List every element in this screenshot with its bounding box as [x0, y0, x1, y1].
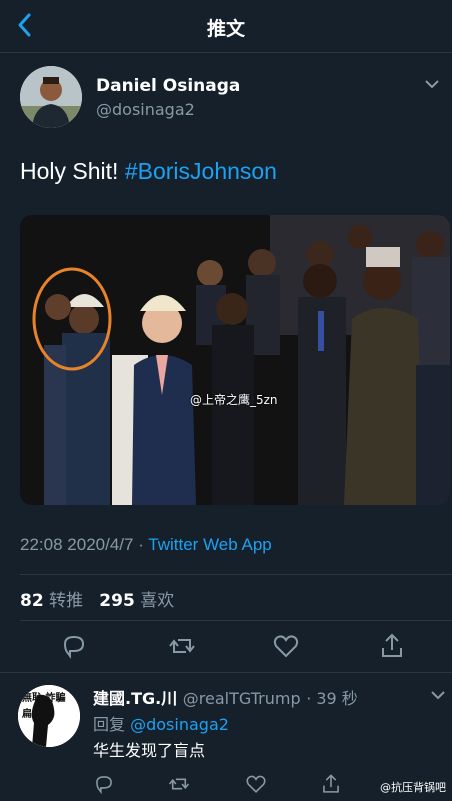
author-name[interactable]: Daniel Osinaga — [96, 76, 240, 96]
reply-icon[interactable] — [60, 632, 88, 660]
tweet-date: 2020/4/7 — [67, 535, 134, 554]
author-handle[interactable]: @dosinaga2 — [96, 100, 195, 119]
mention-link[interactable]: @dosinaga2 — [130, 715, 229, 734]
like-icon[interactable] — [245, 773, 267, 795]
photo-watermark: @上帝之鹰_5zn — [190, 393, 278, 407]
bottom-watermark: @抗压背锅吧 — [380, 781, 446, 794]
hashtag-link[interactable]: #BorisJohnson — [125, 158, 277, 184]
divider — [20, 574, 452, 575]
author-avatar[interactable] — [20, 66, 82, 128]
top-bar: 推文 — [0, 0, 452, 53]
tweet-stats: 82 转推 295 喜欢 — [20, 586, 174, 611]
divider — [20, 620, 452, 621]
like-count-link[interactable]: 295 喜欢 — [99, 591, 174, 611]
reply-tweet[interactable]: 無恥 詐騙 扁 建國.TG.川 @realTGTrump · 39 秒 回复 @… — [0, 672, 452, 801]
tweet-time: 22:08 — [20, 535, 63, 554]
reply-icon[interactable] — [93, 773, 115, 795]
reply-text: 华生发现了盲点 — [93, 741, 206, 760]
chevron-down-icon[interactable] — [424, 78, 440, 90]
retweet-count-link[interactable]: 82 转推 — [20, 591, 83, 611]
share-icon[interactable] — [320, 773, 342, 795]
tweet-action-bar — [0, 632, 452, 666]
tweet-body: Holy Shit! — [20, 158, 125, 184]
tweet-photo[interactable]: @上帝之鹰_5zn — [20, 215, 450, 505]
replying-to: 回复 @dosinaga2 — [93, 715, 229, 734]
meta-separator: · — [133, 535, 149, 554]
chevron-down-icon[interactable] — [430, 689, 446, 701]
page-title: 推文 — [206, 18, 245, 40]
tweet-meta: 22:08 2020/4/7 · Twitter Web App — [20, 535, 272, 555]
reply-author[interactable]: 建國.TG.川 @realTGTrump · 39 秒 — [93, 685, 358, 709]
retweet-icon[interactable] — [168, 773, 190, 795]
reply-avatar[interactable]: 無恥 詐騙 扁 — [18, 685, 80, 747]
tweet-source-link[interactable]: Twitter Web App — [148, 535, 271, 554]
share-icon[interactable] — [378, 632, 406, 660]
reply-avatar-text: 無恥 詐騙 扁 — [22, 693, 66, 720]
tweet-author[interactable]: Daniel Osinaga @dosinaga2 — [20, 66, 440, 130]
retweet-icon[interactable] — [168, 632, 196, 660]
group-photo-image — [20, 215, 450, 505]
tweet-text: Holy Shit! #BorisJohnson — [20, 158, 277, 185]
like-icon[interactable] — [272, 632, 300, 660]
